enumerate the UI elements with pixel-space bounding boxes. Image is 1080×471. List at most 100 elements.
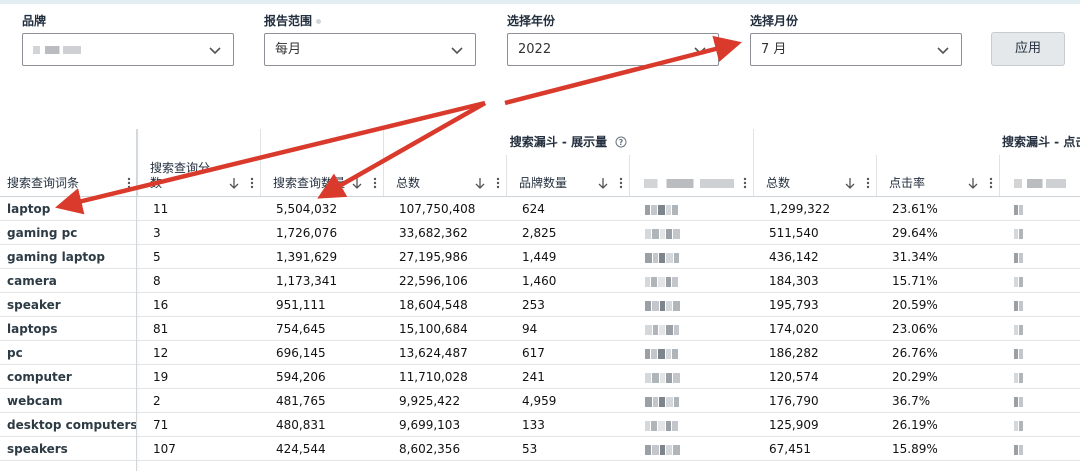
redacted-cell	[1014, 420, 1024, 431]
brand-count-cell: 241	[522, 370, 545, 384]
table-row[interactable]: gaming laptop 5 1,391,629 27,195,986 1,4…	[0, 245, 1080, 269]
clicks-total-cell: 176,790	[769, 394, 819, 408]
table-row[interactable]: speakers 107 424,544 8,602,356 53 67,451…	[0, 437, 1080, 461]
brand-count-cell: 53	[522, 442, 538, 456]
redacted-pixel	[666, 301, 672, 311]
arrow-down-icon[interactable]	[351, 177, 363, 189]
volume-cell: 5,504,032	[276, 202, 338, 216]
kebab-icon[interactable]	[866, 177, 870, 189]
column-header-volume[interactable]: 搜索查询数量	[260, 129, 383, 196]
table-row[interactable]: pc 12 696,145 13,624,487 617 186,282 26.…	[0, 341, 1080, 365]
redacted-pixel	[666, 445, 672, 455]
score-cell: 12	[153, 346, 169, 360]
keyword-cell[interactable]: speaker	[7, 293, 61, 317]
score-cell: 107	[153, 442, 176, 456]
kebab-icon[interactable]	[127, 177, 131, 189]
column-header-clicks-total[interactable]: 总数	[753, 155, 876, 196]
keyword-cell[interactable]: desktop computers	[7, 413, 138, 437]
table-row[interactable]: camera 8 1,173,341 22,596,106 1,460 184,…	[0, 269, 1080, 293]
column-header-brand-count[interactable]: 品牌数量	[506, 155, 629, 196]
kebab-icon[interactable]	[989, 177, 993, 189]
table-row[interactable]: computer 19 594,206 11,710,028 241 120,5…	[0, 365, 1080, 389]
redacted-pixel	[645, 397, 652, 407]
ctr-cell: 23.06%	[892, 322, 938, 336]
keyword-cell[interactable]: camera	[7, 269, 57, 293]
impressions-total-cell: 9,699,103	[399, 418, 461, 432]
redacted-pixel	[666, 397, 673, 407]
table-row[interactable]: speaker 16 951,111 18,604,548 253 195,79…	[0, 293, 1080, 317]
column-header-score[interactable]: 搜索查询分数	[137, 129, 260, 196]
column-header-redacted-1[interactable]	[629, 155, 753, 196]
table-row[interactable]: laptop 11 5,504,032 107,750,408 624 1,29…	[0, 197, 1080, 221]
redacted-pixel	[666, 325, 673, 335]
keyword-cell[interactable]: webcam	[7, 389, 63, 413]
kebab-icon[interactable]	[619, 177, 623, 189]
chevron-down-icon	[451, 47, 463, 55]
table-row[interactable]: webcam 2 481,765 9,925,422 4,959 176,790…	[0, 389, 1080, 413]
month-select[interactable]: 7 月	[750, 33, 962, 66]
redacted-pixel	[1014, 397, 1018, 407]
keyword-cell[interactable]: speakers	[7, 437, 68, 461]
redacted-pixel	[651, 205, 657, 215]
redacted-pixel	[651, 277, 657, 287]
year-value: 2022	[518, 42, 552, 57]
arrow-down-icon[interactable]	[228, 177, 240, 189]
redacted-pixel	[645, 445, 651, 455]
score-cell: 8	[153, 274, 161, 288]
keyword-cell[interactable]: laptop	[7, 197, 50, 221]
kebab-icon[interactable]	[496, 177, 500, 189]
clicks-total-cell: 174,020	[769, 322, 819, 336]
redacted-cell	[645, 300, 681, 311]
table-row[interactable]: desktop computers 71 480,831 9,699,103 1…	[0, 413, 1080, 437]
redacted-cell	[645, 372, 681, 383]
keyword-cell[interactable]: pc	[7, 341, 23, 365]
clicks-total-cell: 1,299,322	[769, 202, 831, 216]
redacted-pixel	[1014, 325, 1018, 335]
brand-count-cell: 253	[522, 298, 545, 312]
column-header-redacted-2[interactable]	[999, 155, 1080, 196]
info-icon[interactable]: ?	[615, 136, 627, 148]
redacted-pixel	[658, 277, 665, 287]
redacted-pixel	[660, 445, 665, 455]
kebab-icon[interactable]	[250, 177, 254, 189]
impressions-total-cell: 9,925,422	[399, 394, 461, 408]
column-header-impressions-total[interactable]: 总数	[383, 155, 506, 196]
kebab-icon[interactable]	[743, 177, 747, 189]
info-icon	[316, 19, 322, 24]
column-header-keyword[interactable]: 搜索查询词条	[0, 129, 137, 196]
report-range-select[interactable]: 每月	[264, 33, 476, 66]
ctr-cell: 23.61%	[892, 202, 938, 216]
arrow-down-icon[interactable]	[844, 177, 856, 189]
redacted-pixel	[651, 421, 657, 431]
brand-count-cell: 2,825	[522, 226, 557, 240]
table-row[interactable]: gaming pc 3 1,726,076 33,682,362 2,825 5…	[0, 221, 1080, 245]
year-select[interactable]: 2022	[507, 33, 719, 66]
ctr-cell: 20.59%	[892, 298, 938, 312]
keyword-cell[interactable]: computer	[7, 365, 72, 389]
brand-count-cell: 133	[522, 418, 545, 432]
redacted-cell	[1014, 252, 1024, 263]
table-row[interactable]: laptops 81 754,645 15,100,684 94 174,020…	[0, 317, 1080, 341]
kebab-icon[interactable]	[373, 177, 377, 189]
redacted-pixel	[660, 301, 665, 311]
redacted-cell	[645, 252, 680, 263]
brand-select[interactable]	[22, 33, 234, 66]
keyword-cell[interactable]: gaming laptop	[7, 245, 105, 269]
keyword-cell[interactable]: laptops	[7, 317, 58, 341]
sticky-column-divider	[136, 129, 137, 471]
keyword-cell[interactable]: gaming pc	[7, 221, 77, 245]
clicks-total-cell: 186,282	[769, 346, 819, 360]
apply-button[interactable]: 应用	[991, 32, 1065, 66]
arrow-down-icon[interactable]	[474, 177, 486, 189]
score-cell: 5	[153, 250, 161, 264]
redacted-pixel	[1019, 421, 1023, 431]
redacted-pixel	[1019, 445, 1023, 455]
arrow-down-icon[interactable]	[597, 177, 609, 189]
redacted-cell	[645, 396, 680, 407]
clicks-total-cell: 184,303	[769, 274, 819, 288]
arrow-down-icon[interactable]	[967, 177, 979, 189]
redacted-pixel	[666, 373, 672, 383]
redacted-pixel	[645, 373, 651, 383]
column-header-ctr[interactable]: 点击率	[876, 155, 999, 196]
redacted-pixel	[653, 253, 658, 263]
